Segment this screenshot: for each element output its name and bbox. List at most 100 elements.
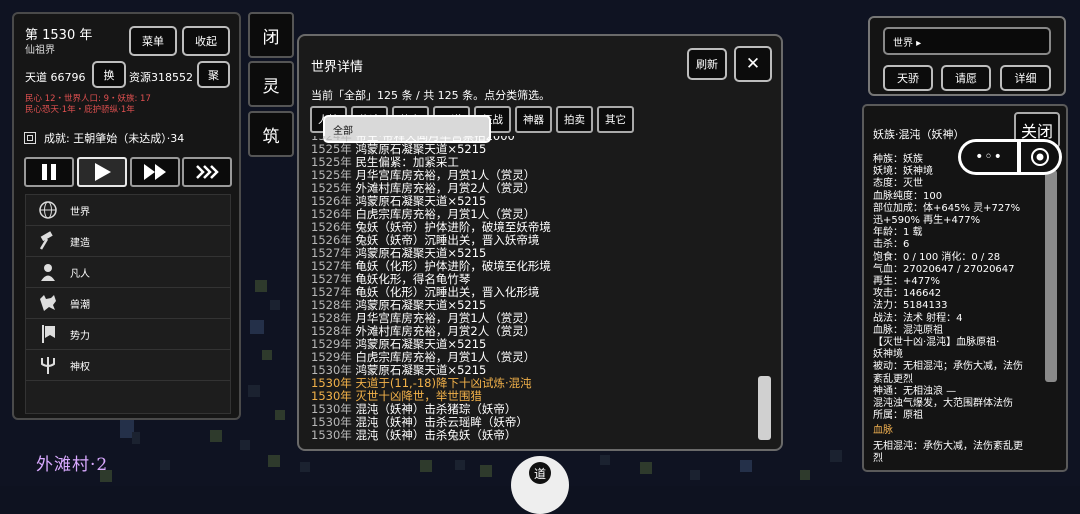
- pause-button[interactable]: [24, 157, 74, 187]
- attribute-line: 妖神境: [873, 349, 903, 361]
- filter-summary: 当前「全部」125 条 / 共 125 条。点分类筛选。: [311, 89, 551, 102]
- close-icon: ✕: [745, 54, 761, 74]
- dao-button-label: 道: [529, 462, 551, 484]
- capsule-menu: •◦•: [958, 139, 1062, 175]
- attribute-line: 迅+590% 再生+477%: [873, 215, 981, 227]
- menu-item-label: 建造: [70, 237, 90, 249]
- achievement-row[interactable]: 成就: 王朝肇始（未达成）·34: [24, 130, 184, 146]
- collapse-button[interactable]: 收起: [182, 26, 230, 56]
- status-effects-line: 民心恐天·1年・庇护骄纵·1年: [25, 105, 135, 115]
- attribute-line: 所属：原祖: [873, 410, 923, 422]
- log-year: 1526年: [311, 194, 352, 208]
- map-tile: [240, 440, 250, 450]
- filter-tab[interactable]: 神器: [515, 106, 552, 133]
- log-entry: 1530年 混沌（妖神）击杀兔妖（妖帝）: [311, 429, 751, 442]
- log-text: 兔妖（妖帝）护体进阶，破境至妖帝境: [355, 220, 551, 234]
- map-tile: [420, 460, 432, 472]
- map-tile: [255, 280, 267, 292]
- menu-item-mortals[interactable]: 凡人: [26, 257, 230, 288]
- log-year: 1526年: [311, 220, 352, 234]
- log-text: 混沌（妖神）击杀云瑶眸（妖帝）: [355, 415, 528, 429]
- capsule-exit-button[interactable]: [1021, 142, 1059, 172]
- resources-stat: 资源318552: [129, 71, 193, 84]
- map-tile: [600, 455, 610, 465]
- event-log[interactable]: 1524年 帝主·帝释天闻月华宫票拍2000 1525年 鸿蒙原石凝聚天道×521…: [311, 136, 751, 444]
- log-scrollbar[interactable]: [758, 376, 771, 440]
- dao-button[interactable]: 道: [511, 456, 569, 514]
- dialog-close-button[interactable]: ✕: [734, 46, 772, 82]
- log-text: 外滩村库房充裕，月赏2人（赏灵）: [355, 181, 536, 195]
- globe-icon: [36, 198, 60, 222]
- build-side-button[interactable]: 筑: [248, 111, 294, 157]
- gather-button[interactable]: 聚: [197, 61, 230, 88]
- banner-icon: [36, 322, 60, 346]
- play-button[interactable]: [77, 157, 127, 187]
- map-tile: [248, 385, 260, 397]
- log-year: 1526年: [311, 207, 352, 221]
- menu-item-factions[interactable]: 势力: [26, 319, 230, 350]
- attribute-line: 击杀：6: [873, 239, 910, 251]
- log-text: 鸿蒙原石凝聚天道×5215: [355, 298, 487, 312]
- log-year: 1529年: [311, 337, 352, 351]
- filter-tab[interactable]: 其它: [597, 106, 634, 133]
- fastest-button[interactable]: [182, 157, 232, 187]
- play-icon: [95, 163, 111, 181]
- more-dots-icon: •◦•: [975, 149, 1003, 165]
- menu-item-label: 势力: [70, 330, 90, 342]
- unit-attributes: 种族：妖族 妖境：妖神境 态度：灭世 血脉纯度：100 部位加成：体+645% 灵+72…: [873, 154, 1047, 465]
- log-year: 1528年: [311, 324, 352, 338]
- map-tile: [262, 350, 272, 360]
- menu-item-label: 兽潮: [70, 299, 90, 311]
- menu-item-beast-tide[interactable]: 兽潮: [26, 288, 230, 319]
- menu-button[interactable]: 菜单: [129, 26, 177, 56]
- menu-item-build[interactable]: 建造: [26, 226, 230, 257]
- spirit-side-button[interactable]: 灵: [248, 61, 294, 107]
- info-scrollbar[interactable]: [1045, 170, 1057, 382]
- map-tile: [690, 470, 700, 480]
- prodigy-button[interactable]: 天骄: [883, 65, 933, 91]
- menu-item-label: 世界: [70, 206, 90, 218]
- log-text: 鸿蒙原石凝聚天道×5215: [355, 363, 487, 377]
- swap-button[interactable]: 换: [92, 61, 126, 88]
- map-tile: [455, 460, 465, 470]
- world-detail-dialog: 世界详情 刷新 ✕ 当前「全部」125 条 / 共 125 条。点分类筛选。 全…: [297, 34, 783, 451]
- log-text: 外滩村库房充裕，月赏2人（赏灵）: [355, 324, 536, 338]
- map-tile: [275, 410, 285, 420]
- log-text: 鸿蒙原石凝聚天道×5215: [355, 246, 487, 260]
- menu-item-divine-power[interactable]: 神权: [26, 350, 230, 381]
- attribute-line: 饱食：0 / 100 消化：0 / 28: [873, 251, 1001, 263]
- triple-chevron-icon: [196, 165, 219, 179]
- log-year: 1530年: [311, 428, 352, 442]
- log-text: 鸿蒙原石凝聚天道×5215: [355, 337, 487, 351]
- fast-forward-button[interactable]: [130, 157, 180, 187]
- wolf-icon: [36, 291, 60, 315]
- close-side-button[interactable]: 闭: [248, 12, 294, 58]
- more-options-button[interactable]: •◦•: [961, 142, 1017, 172]
- filter-tab[interactable]: 拍卖: [556, 106, 593, 133]
- detail-button[interactable]: 详细: [1000, 65, 1051, 91]
- village-label[interactable]: 外滩村·2: [36, 450, 108, 475]
- petition-button[interactable]: 请愿: [941, 65, 991, 91]
- log-year: 1527年: [311, 285, 352, 299]
- log-text: 白虎宗库房充裕，月赏1人（赏灵）: [355, 350, 536, 364]
- refresh-button[interactable]: 刷新: [687, 48, 727, 80]
- map-tile: [270, 300, 280, 310]
- log-year: 1530年: [311, 376, 352, 390]
- realm-label: 仙祖界: [25, 45, 55, 56]
- world-selector[interactable]: 世界 ▸: [883, 27, 1051, 55]
- trident-icon: [36, 353, 60, 377]
- map-tile: [132, 432, 140, 444]
- attribute-line: 态度：灭世: [873, 178, 923, 190]
- menu-item-label: 凡人: [70, 268, 90, 280]
- log-text: 混沌（妖神）击杀猪琮（妖帝）: [355, 402, 517, 416]
- achievement-label: 成就: 王朝肇始（未达成）·34: [44, 132, 185, 145]
- log-year: 1525年: [311, 142, 352, 156]
- attribute-line: 气血：27020647 / 27020647: [873, 263, 1015, 275]
- fast-forward-icon: [144, 164, 166, 180]
- menu-item-world[interactable]: 世界: [26, 195, 230, 226]
- log-year: 1527年: [311, 246, 352, 260]
- log-year: 1525年: [311, 181, 352, 195]
- map-tile: [160, 460, 170, 470]
- tiandao-stat: 天道 66796: [25, 71, 86, 84]
- attribute-line: 【灭世十凶·混沌】血脉原祖·: [873, 337, 1000, 349]
